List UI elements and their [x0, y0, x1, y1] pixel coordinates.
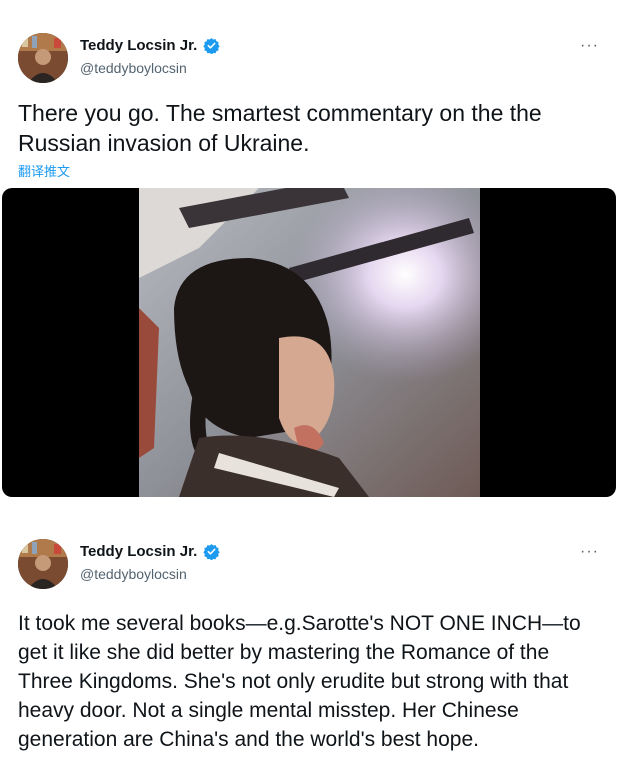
video-frame	[139, 188, 480, 497]
verified-badge-icon	[203, 544, 220, 560]
author-handle[interactable]: @teddyboylocsin	[80, 566, 187, 582]
translate-tweet-link[interactable]: 翻译推文	[18, 161, 70, 180]
tweet-1[interactable]: Teddy Locsin Jr. @teddyboylocsin ··· The…	[0, 0, 627, 500]
author-name[interactable]: Teddy Locsin Jr.	[80, 543, 197, 560]
tweet-text: It took me several books—e.g.Sarotte's N…	[18, 612, 581, 751]
author-handle[interactable]: @teddyboylocsin	[80, 60, 187, 76]
avatar[interactable]	[18, 539, 68, 589]
verified-badge-icon	[203, 38, 220, 54]
video-player[interactable]	[2, 188, 616, 497]
more-options-icon[interactable]: ···	[580, 37, 599, 55]
more-options-icon[interactable]: ···	[580, 543, 599, 561]
avatar[interactable]	[18, 33, 68, 83]
tweet-2[interactable]: Teddy Locsin Jr. @teddyboylocsin ··· It …	[0, 520, 627, 781]
author-name[interactable]: Teddy Locsin Jr.	[80, 37, 197, 54]
tweet-text: There you go. The smartest commentary on…	[18, 100, 542, 156]
